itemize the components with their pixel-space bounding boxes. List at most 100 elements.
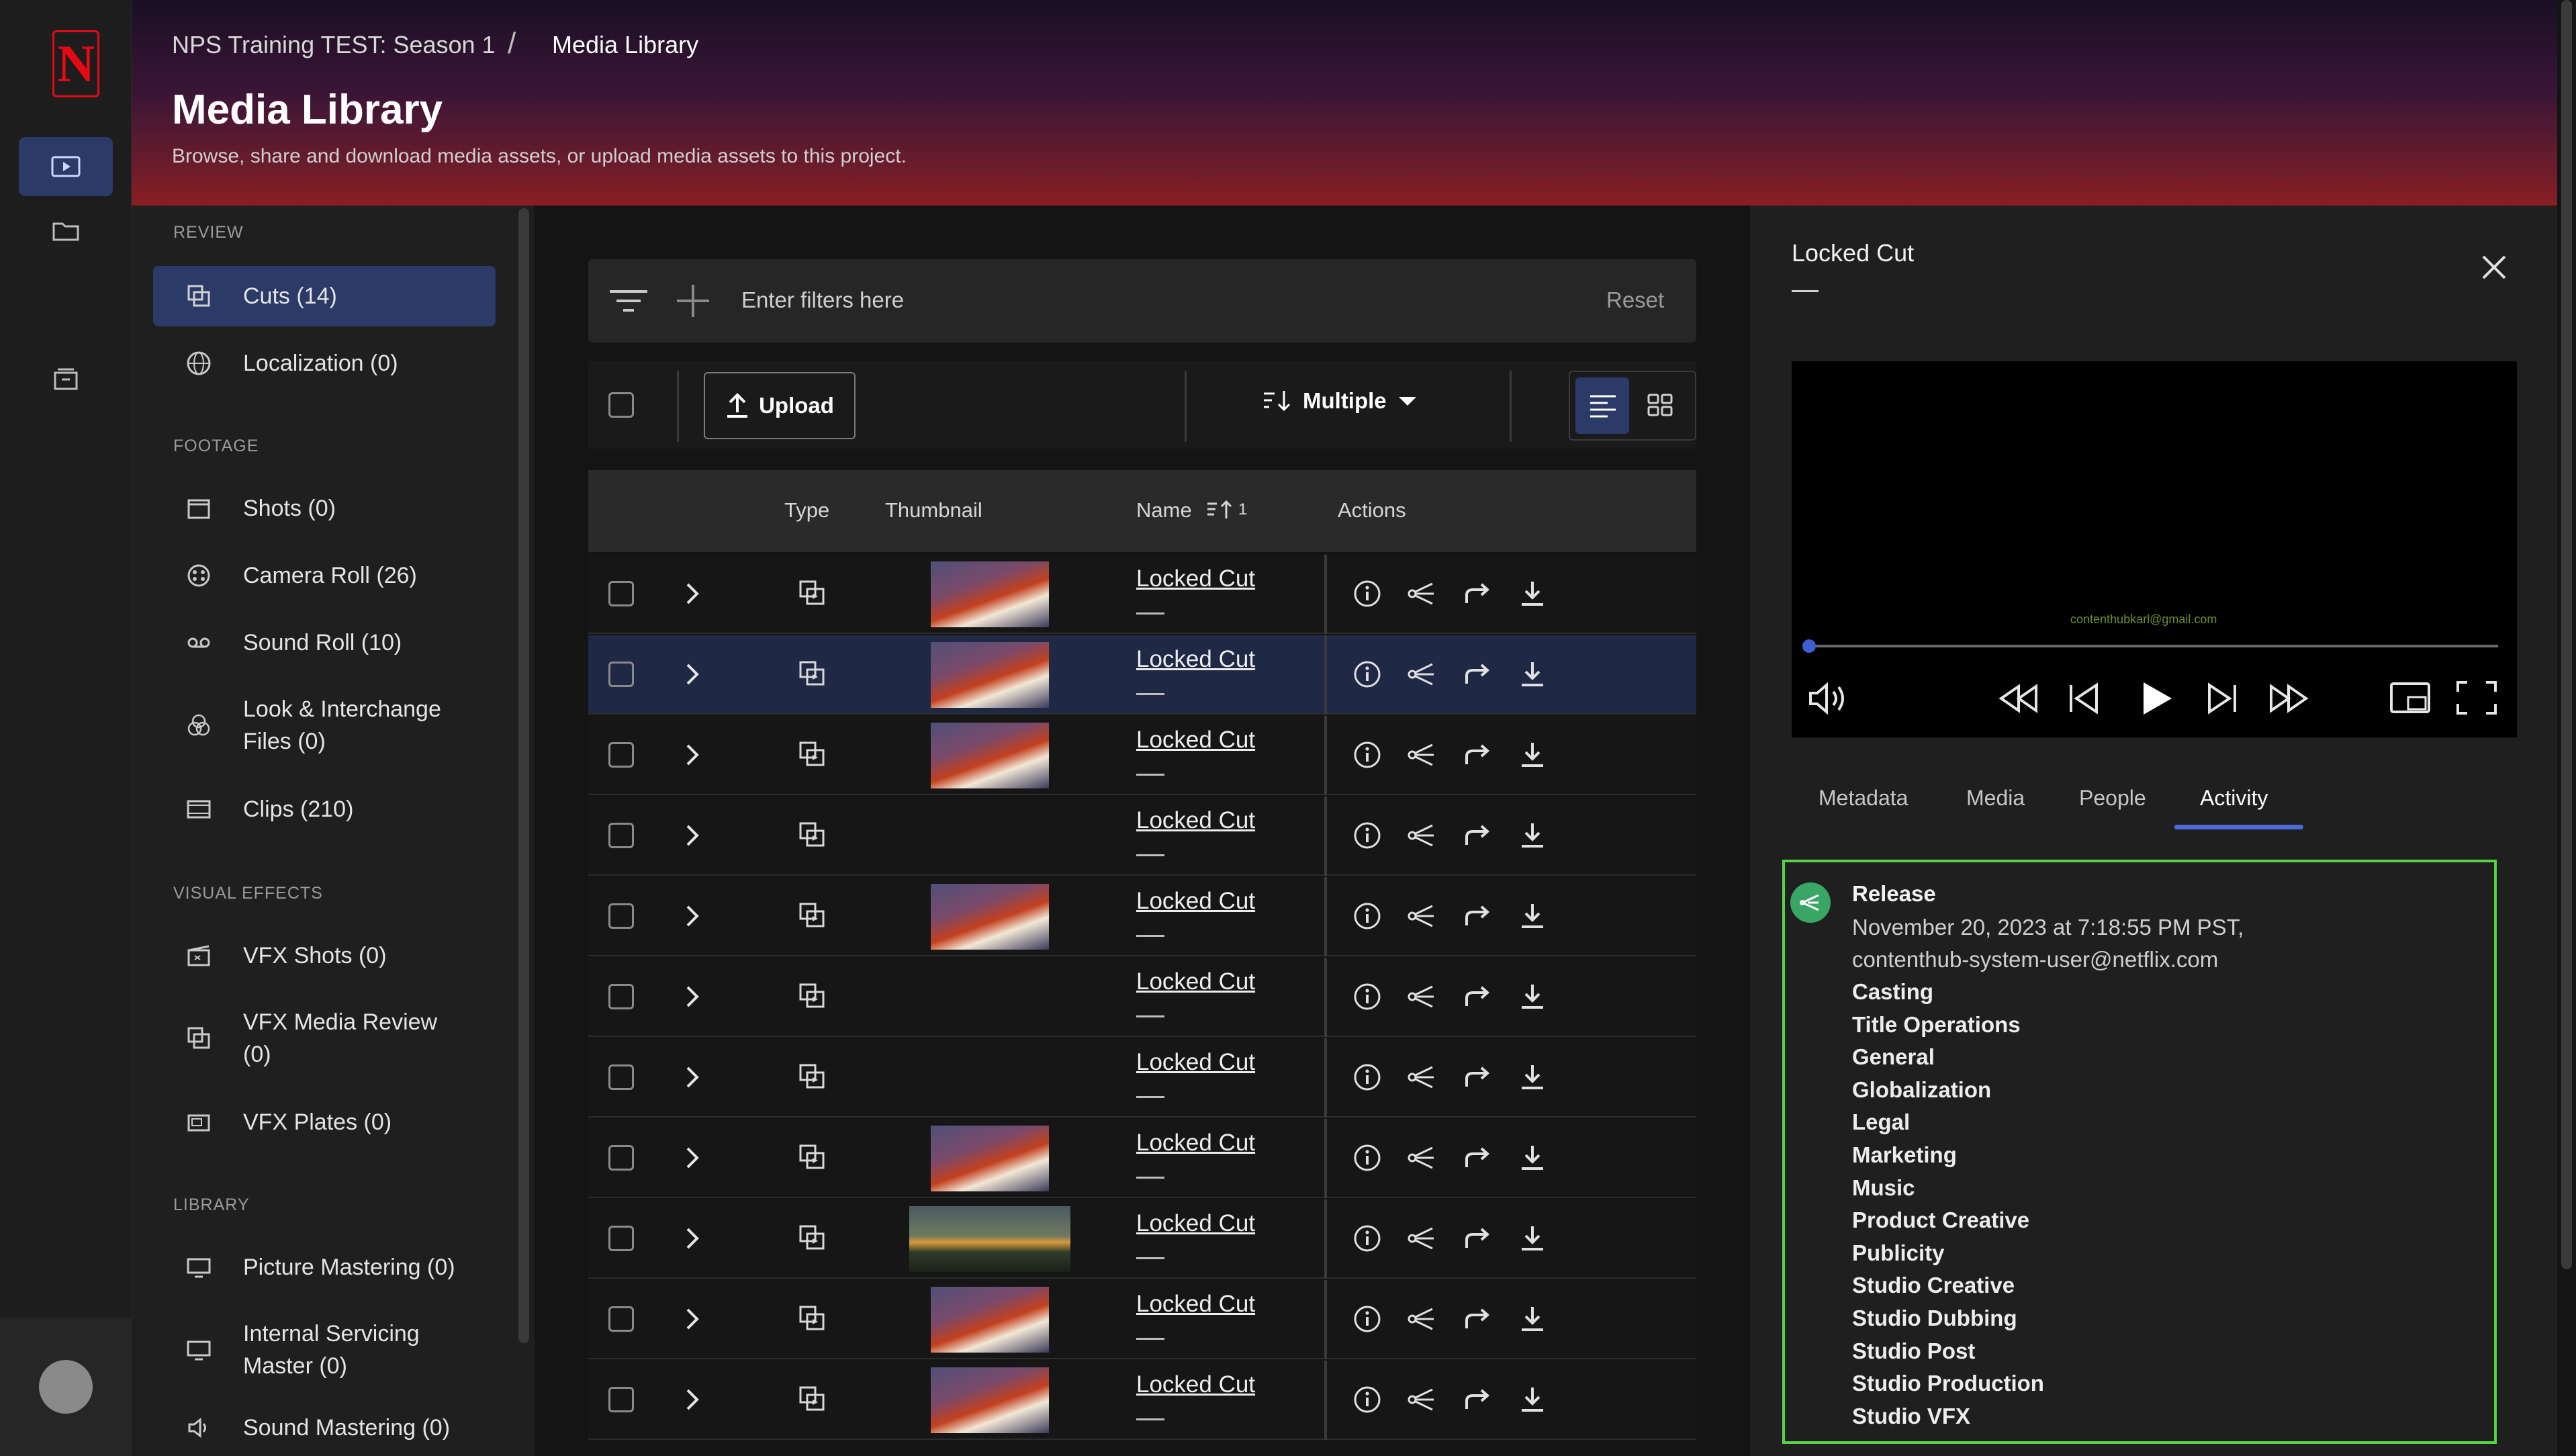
asset-name-link[interactable]: Locked Cut <box>1136 1210 1255 1237</box>
table-row[interactable]: Locked Cut <box>588 877 1696 956</box>
thumbnail-image[interactable] <box>931 642 1049 708</box>
video-progress-bar[interactable] <box>1808 645 2498 647</box>
share-icon[interactable] <box>1406 900 1438 932</box>
row-checkbox[interactable] <box>608 581 634 606</box>
download-icon[interactable] <box>1516 1303 1549 1335</box>
forward-icon[interactable] <box>1461 1303 1493 1335</box>
sidebar-item-look-interchange[interactable]: Look & Interchange Files (0) <box>153 680 496 771</box>
asset-name-link[interactable]: Locked Cut <box>1136 888 1255 915</box>
table-row[interactable]: Locked Cut <box>588 1119 1696 1198</box>
expand-chevron-icon[interactable] <box>682 739 702 774</box>
asset-name-link[interactable]: Locked Cut <box>1136 1049 1255 1076</box>
forward-icon[interactable] <box>1461 1061 1493 1093</box>
previous-frame-button[interactable] <box>2067 682 2101 718</box>
asset-name-link[interactable]: Locked Cut <box>1136 727 1255 754</box>
folder-nav-button[interactable] <box>19 201 113 261</box>
next-frame-button[interactable] <box>2205 682 2239 718</box>
asset-name-link[interactable]: Locked Cut <box>1136 1291 1255 1318</box>
table-row[interactable]: Locked Cut <box>588 1199 1696 1279</box>
table-row[interactable]: Locked Cut <box>588 797 1696 876</box>
breadcrumb-project-link[interactable]: NPS Training TEST: Season 1 <box>172 31 496 59</box>
info-icon[interactable] <box>1351 1061 1383 1093</box>
page-scrollbar[interactable] <box>2561 0 2572 1269</box>
info-icon[interactable] <box>1351 1222 1383 1255</box>
thumbnail-image[interactable] <box>931 1287 1049 1353</box>
table-row[interactable]: Locked Cut <box>588 635 1696 715</box>
share-icon[interactable] <box>1406 1142 1438 1174</box>
forward-icon[interactable] <box>1461 900 1493 932</box>
download-icon[interactable] <box>1516 819 1549 852</box>
reset-button[interactable]: Reset <box>1606 287 1664 313</box>
sidebar-item-camera-roll[interactable]: Camera Roll (26) <box>153 545 496 606</box>
column-header-type[interactable]: Type <box>784 498 829 522</box>
table-row[interactable]: Locked Cut <box>588 1361 1696 1440</box>
info-icon[interactable] <box>1351 1383 1383 1416</box>
share-icon[interactable] <box>1406 1222 1438 1255</box>
upload-button[interactable]: Upload <box>704 372 856 439</box>
sidebar-scrollbar[interactable] <box>518 208 529 1343</box>
filter-input[interactable]: Enter filters here <box>741 287 904 313</box>
tab-activity[interactable]: Activity <box>2200 786 2268 811</box>
info-icon[interactable] <box>1351 578 1383 610</box>
forward-icon[interactable] <box>1461 658 1493 690</box>
row-checkbox[interactable] <box>608 742 634 768</box>
expand-chevron-icon[interactable] <box>682 900 702 936</box>
row-checkbox[interactable] <box>608 903 634 929</box>
sidebar-item-sound-roll[interactable]: Sound Roll (10) <box>153 612 496 673</box>
forward-icon[interactable] <box>1461 739 1493 771</box>
sidebar-item-clips[interactable]: Clips (210) <box>153 779 496 839</box>
info-icon[interactable] <box>1351 981 1383 1013</box>
sidebar-item-vfx-media-review[interactable]: VFX Media Review (0) <box>153 993 496 1084</box>
video-progress-handle[interactable] <box>1802 639 1816 653</box>
row-checkbox[interactable] <box>608 823 634 848</box>
expand-chevron-icon[interactable] <box>682 819 702 855</box>
sidebar-item-internal-servicing-master[interactable]: Internal Servicing Master (0) <box>153 1304 496 1396</box>
download-icon[interactable] <box>1516 739 1549 771</box>
download-icon[interactable] <box>1516 900 1549 932</box>
thumbnail-image[interactable] <box>931 723 1049 788</box>
table-row[interactable]: Locked Cut <box>588 958 1696 1037</box>
download-icon[interactable] <box>1516 658 1549 690</box>
avatar[interactable] <box>39 1360 93 1414</box>
thumbnail-image[interactable] <box>909 1206 1070 1272</box>
asset-name-link[interactable]: Locked Cut <box>1136 1371 1255 1398</box>
expand-chevron-icon[interactable] <box>682 1303 702 1338</box>
info-icon[interactable] <box>1351 900 1383 932</box>
share-icon[interactable] <box>1406 1383 1438 1416</box>
column-header-name[interactable]: Name <box>1136 498 1192 522</box>
sort-dropdown[interactable]: Multiple <box>1262 388 1418 414</box>
download-icon[interactable] <box>1516 981 1549 1013</box>
sidebar-item-sound-mastering[interactable]: Sound Mastering (0) <box>153 1404 496 1452</box>
forward-icon[interactable] <box>1461 578 1493 610</box>
sidebar-item-localization[interactable]: Localization (0) <box>153 333 496 394</box>
add-filter-icon[interactable] <box>674 282 712 323</box>
tab-metadata[interactable]: Metadata <box>1819 786 1908 811</box>
asset-name-link[interactable]: Locked Cut <box>1136 565 1255 592</box>
sidebar-item-cuts[interactable]: Cuts (14) <box>153 266 496 326</box>
forward-icon[interactable] <box>1461 819 1493 852</box>
download-icon[interactable] <box>1516 1383 1549 1416</box>
forward-icon[interactable] <box>1461 1383 1493 1416</box>
tab-people[interactable]: People <box>2079 786 2146 811</box>
info-icon[interactable] <box>1351 1303 1383 1335</box>
picture-in-picture-button[interactable] <box>2389 681 2431 718</box>
forward-icon[interactable] <box>1461 1142 1493 1174</box>
expand-chevron-icon[interactable] <box>682 981 702 1016</box>
row-checkbox[interactable] <box>608 1226 634 1251</box>
fullscreen-button[interactable] <box>2455 680 2498 719</box>
table-row[interactable]: Locked Cut <box>588 1038 1696 1118</box>
expand-chevron-icon[interactable] <box>682 1222 702 1258</box>
table-row[interactable]: Locked Cut <box>588 716 1696 795</box>
thumbnail-image[interactable] <box>931 561 1049 627</box>
row-checkbox[interactable] <box>608 1064 634 1090</box>
share-icon[interactable] <box>1406 739 1438 771</box>
row-checkbox[interactable] <box>608 984 634 1009</box>
share-icon[interactable] <box>1406 819 1438 852</box>
list-view-button[interactable] <box>1575 377 1629 434</box>
row-checkbox[interactable] <box>608 1387 634 1412</box>
download-icon[interactable] <box>1516 1222 1549 1255</box>
expand-chevron-icon[interactable] <box>682 578 702 613</box>
share-icon[interactable] <box>1406 658 1438 690</box>
volume-button[interactable] <box>1808 681 1852 719</box>
rewind-button[interactable] <box>1998 684 2039 717</box>
